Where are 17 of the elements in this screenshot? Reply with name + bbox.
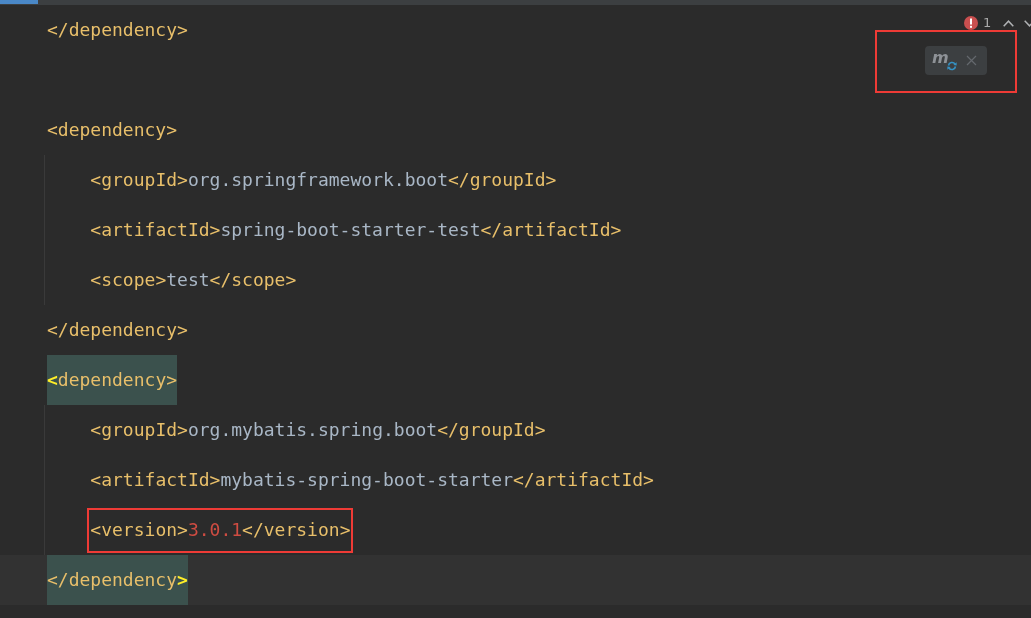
error-icon[interactable]	[964, 16, 978, 30]
chevron-down-icon[interactable]	[1024, 19, 1031, 27]
error-count[interactable]: 1	[983, 16, 992, 30]
code-line: <scope>test</scope>	[90, 269, 297, 291]
code-line: </dependency>	[47, 319, 188, 341]
code-line: <artifactId>spring-boot-starter-test</artifactId>	[90, 219, 622, 241]
code-line: <groupId>org.springframework.boot</groupId>	[90, 169, 557, 191]
icon-letter[interactable]: m	[932, 50, 949, 66]
active-tab-indicator	[0, 0, 38, 4]
chevron-up-icon[interactable]	[1003, 19, 1015, 27]
code-line: <dependency>	[47, 119, 178, 141]
refresh-icon[interactable]	[946, 60, 957, 71]
code-line: <groupId>org.mybatis.spring.boot</groupId>	[90, 419, 546, 441]
code-line: <version>3.0.1</version>	[90, 519, 351, 541]
code-line: <artifactId>mybatis-spring-boot-starter</artifactId>	[90, 469, 654, 491]
code-line: </dependency>	[47, 19, 188, 41]
close-icon	[965, 55, 977, 66]
